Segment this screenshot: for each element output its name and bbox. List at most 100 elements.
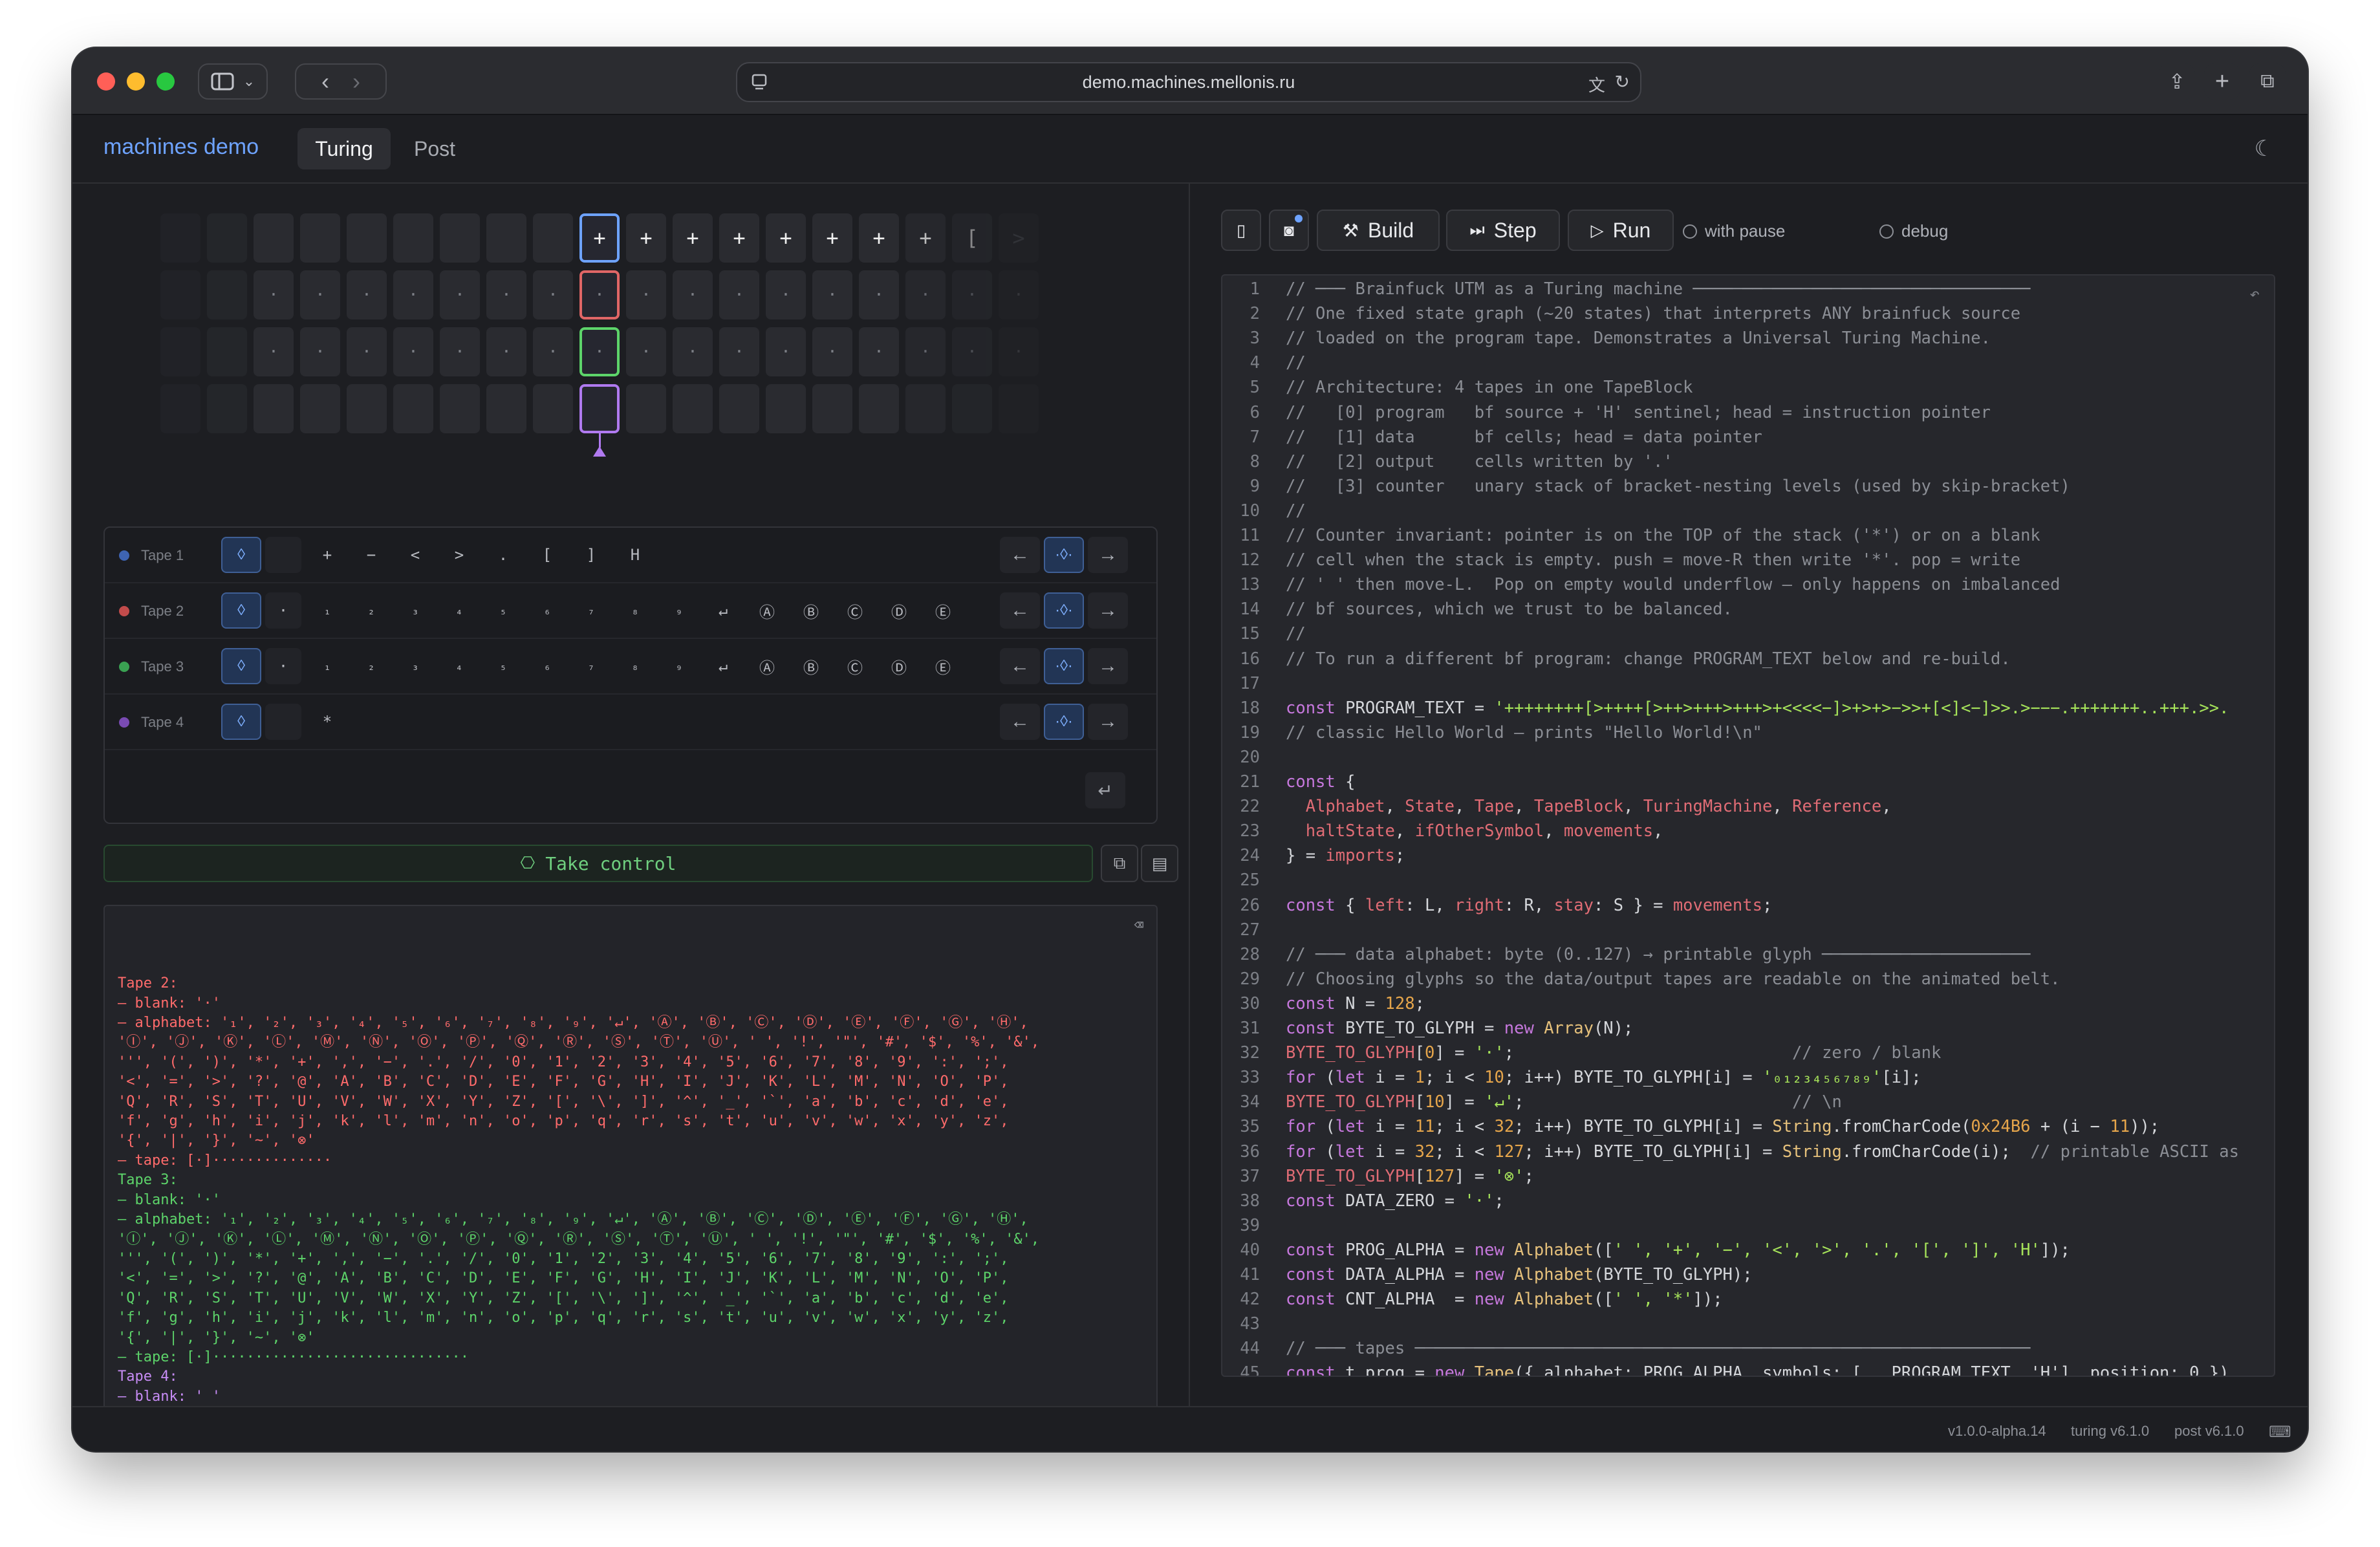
move-left-button[interactable]: ←: [1000, 648, 1040, 684]
symbol-button[interactable]: Ⓔ: [925, 592, 961, 629]
step-button[interactable]: ⏭ Step: [1446, 210, 1560, 251]
paste-button[interactable]: ▤: [1141, 845, 1178, 882]
tape-cell: [766, 384, 806, 433]
symbol-button[interactable]: ₁: [309, 648, 345, 684]
symbol-button[interactable]: <: [397, 537, 433, 573]
snapshot-button[interactable]: ◙: [1269, 210, 1309, 251]
sidebar-toggle-button[interactable]: ⌄: [198, 63, 268, 100]
symbol-button[interactable]: Ⓑ: [793, 648, 829, 684]
head-position-button[interactable]: ◊: [221, 537, 261, 573]
symbol-button[interactable]: Ⓒ: [837, 592, 873, 629]
symbol-button[interactable]: ₅: [485, 648, 521, 684]
symbol-button[interactable]: ₁: [309, 592, 345, 629]
reload-icon[interactable]: ↻: [1615, 71, 1630, 92]
head-position-button[interactable]: ◊: [221, 648, 261, 684]
file-button[interactable]: ▯: [1221, 210, 1261, 251]
symbol-button[interactable]: Ⓑ: [793, 592, 829, 629]
code-token: [: [1414, 1092, 1425, 1112]
address-bar[interactable]: demo.machines.mellonis.ru 文 ↻: [736, 62, 1641, 102]
minimize-window-button[interactable]: [127, 72, 145, 91]
zoom-window-button[interactable]: [157, 72, 175, 91]
eraser-icon[interactable]: ⌫: [1134, 915, 1143, 935]
symbol-button[interactable]: ₃: [397, 592, 433, 629]
enter-button[interactable]: ↵: [1085, 772, 1125, 808]
new-tab-icon[interactable]: +: [2204, 63, 2240, 100]
move-left-button[interactable]: ←: [1000, 704, 1040, 740]
copy-button[interactable]: ⧉: [1101, 845, 1138, 882]
symbol-button[interactable]: [: [529, 537, 565, 573]
debug-checkbox[interactable]: debug: [1879, 221, 1948, 241]
symbol-button[interactable]: Ⓐ: [749, 648, 785, 684]
blank-symbol-button[interactable]: [265, 537, 301, 573]
code-text: const BYTE_TO_GLYPH = new Array(N);: [1286, 1019, 1633, 1038]
symbol-button[interactable]: ·: [265, 648, 301, 684]
move-left-button[interactable]: ←: [1000, 537, 1040, 573]
symbol-button[interactable]: Ⓔ: [925, 648, 961, 684]
move-right-button[interactable]: →: [1088, 648, 1128, 684]
symbol-button[interactable]: H: [617, 537, 653, 573]
head-center-button[interactable]: ·◊·: [1044, 704, 1084, 740]
head-center-button[interactable]: ·◊·: [1044, 592, 1084, 629]
code-token: // [0] program bf source + 'H' sentinel;…: [1286, 402, 1991, 422]
symbol-button[interactable]: >: [441, 537, 477, 573]
symbol-button[interactable]: ₈: [617, 648, 653, 684]
symbol-button[interactable]: Ⓒ: [837, 648, 873, 684]
symbol-button[interactable]: ₃: [397, 648, 433, 684]
symbol-button[interactable]: ₇: [573, 592, 609, 629]
symbol-button[interactable]: ↵: [705, 592, 741, 629]
with-pause-checkbox[interactable]: with pause: [1683, 221, 1785, 241]
symbol-button[interactable]: ₉: [661, 648, 697, 684]
symbol-button[interactable]: ₆: [529, 592, 565, 629]
symbol-button[interactable]: Ⓐ: [749, 592, 785, 629]
symbol-button[interactable]: ]: [573, 537, 609, 573]
symbol-button[interactable]: ₂: [353, 592, 389, 629]
run-button[interactable]: ▷ Run: [1568, 210, 1674, 251]
tab-turing[interactable]: Turing: [298, 128, 391, 169]
symbol-button[interactable]: Ⓓ: [881, 648, 917, 684]
code-editor[interactable]: ↶ 1 // ─── Brainfuck UTM as a Turing mach…: [1221, 274, 2275, 1377]
back-icon[interactable]: ‹: [321, 68, 329, 95]
head-center-button[interactable]: ·◊·: [1044, 648, 1084, 684]
tabs-overview-icon[interactable]: ⧉: [2249, 63, 2286, 100]
symbol-button[interactable]: ₂: [353, 648, 389, 684]
symbol-button[interactable]: ·: [265, 592, 301, 629]
move-right-button[interactable]: →: [1088, 592, 1128, 629]
app-brand[interactable]: machines demo: [103, 135, 259, 160]
close-window-button[interactable]: [97, 72, 115, 91]
symbol-button[interactable]: .: [485, 537, 521, 573]
head-center-button[interactable]: ·◊·: [1044, 537, 1084, 573]
symbol-button[interactable]: ₉: [661, 592, 697, 629]
translate-icon[interactable]: 文: [1588, 72, 1605, 96]
symbol-button[interactable]: ₅: [485, 592, 521, 629]
feedback-icon[interactable]: ⌨: [2269, 1423, 2291, 1442]
theme-toggle-icon[interactable]: ☾: [2255, 136, 2274, 162]
share-icon[interactable]: ⇪: [2159, 63, 2195, 100]
move-left-button[interactable]: ←: [1000, 592, 1040, 629]
tape-cell: [859, 384, 899, 433]
tab-post[interactable]: Post: [402, 128, 467, 169]
code-token: '₀₁₂₃₄₅₆₇₈₉': [1762, 1068, 1882, 1088]
symbol-button[interactable]: +: [309, 537, 345, 573]
undo-icon[interactable]: ↶: [2249, 285, 2260, 304]
head-position-button[interactable]: ◊: [221, 704, 261, 740]
symbol-button[interactable]: ₄: [441, 592, 477, 629]
code-token: : R,: [1504, 895, 1554, 915]
forward-icon[interactable]: ›: [352, 68, 360, 95]
take-control-button[interactable]: ⎔ Take control: [103, 845, 1093, 882]
code-token: // Architecture: 4 tapes in one TapeBloc…: [1286, 378, 1693, 398]
head-position-button[interactable]: ◊: [221, 592, 261, 629]
move-right-button[interactable]: →: [1088, 704, 1128, 740]
build-button[interactable]: ⚒ Build: [1317, 210, 1440, 251]
symbol-button[interactable]: Ⓓ: [881, 592, 917, 629]
symbol-button[interactable]: ₈: [617, 592, 653, 629]
console-line: '<', '=', '>', '?', '@', 'A', 'B', 'C', …: [118, 1270, 1009, 1287]
symbol-button[interactable]: *: [309, 704, 345, 740]
symbol-button[interactable]: ₄: [441, 648, 477, 684]
symbol-button[interactable]: −: [353, 537, 389, 573]
symbol-button[interactable]: ↵: [705, 648, 741, 684]
symbol-button[interactable]: ₇: [573, 648, 609, 684]
symbol-button[interactable]: ₆: [529, 648, 565, 684]
move-right-button[interactable]: →: [1088, 537, 1128, 573]
blank-symbol-button[interactable]: [265, 704, 301, 740]
